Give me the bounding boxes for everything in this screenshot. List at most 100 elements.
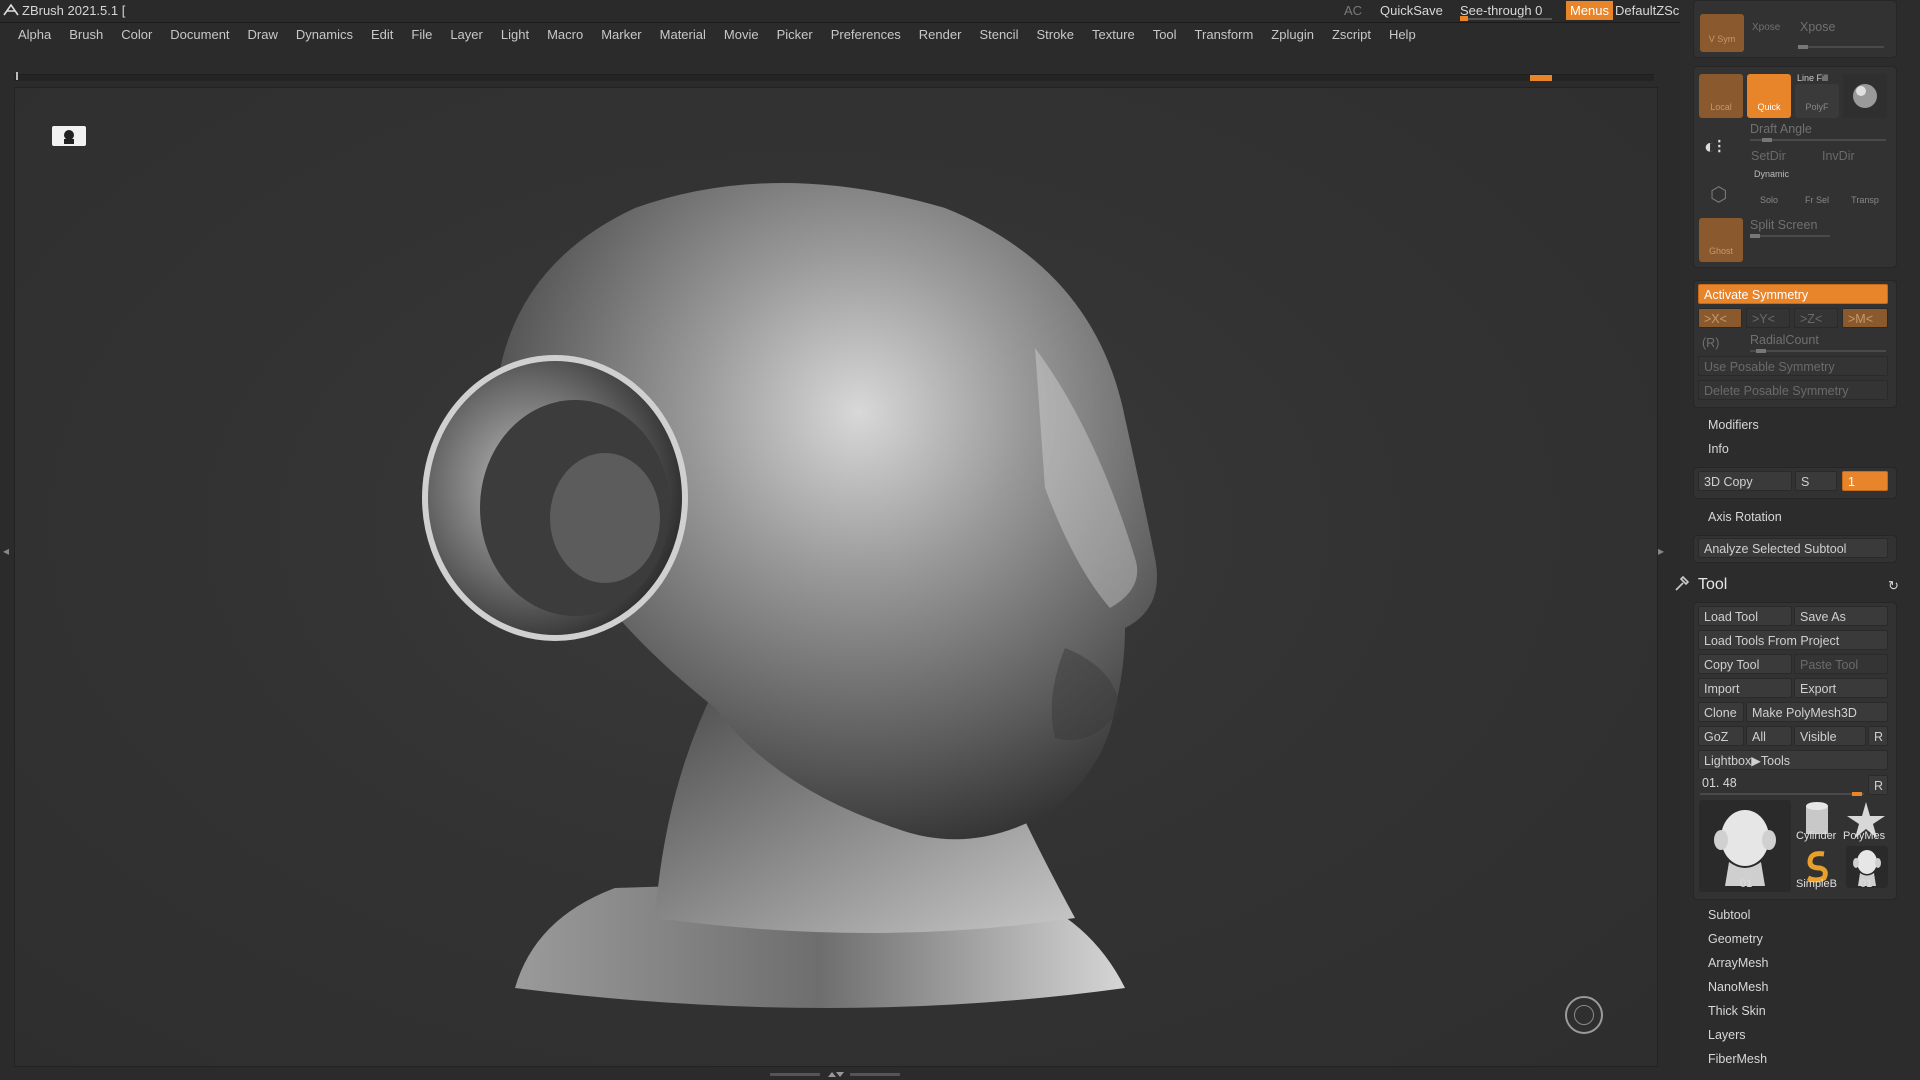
menu-dynamics[interactable]: Dynamics: [296, 23, 353, 42]
setdir-button[interactable]: SetDir: [1746, 146, 1814, 166]
perspective-icon[interactable]: [52, 126, 86, 146]
radial-count-knob[interactable]: [1756, 349, 1766, 353]
copy3d-button[interactable]: 3D Copy: [1698, 471, 1792, 491]
subpalette-nanomesh[interactable]: NanoMesh: [1708, 980, 1768, 994]
use-posable-symmetry-button[interactable]: Use Posable Symmetry: [1698, 356, 1888, 376]
contrast-toggle-icon[interactable]: ◐⁝: [1704, 134, 1722, 159]
right-tray-arrow-icon[interactable]: ▸: [1658, 544, 1664, 558]
delete-posable-symmetry-button[interactable]: Delete Posable Symmetry: [1698, 380, 1888, 400]
analyze-selected-subtool-button[interactable]: Analyze Selected Subtool: [1698, 538, 1888, 558]
menu-material[interactable]: Material: [660, 23, 706, 42]
symmetry-m-button[interactable]: >M<: [1842, 308, 1888, 328]
clone-button[interactable]: Clone: [1698, 702, 1744, 722]
menu-edit[interactable]: Edit: [371, 23, 393, 42]
xpose-slider-knob[interactable]: [1798, 45, 1808, 49]
menu-file[interactable]: File: [411, 23, 432, 42]
load-tools-from-project-button[interactable]: Load Tools From Project: [1698, 630, 1888, 650]
symmetry-y-button[interactable]: >Y<: [1746, 308, 1790, 328]
quick-button[interactable]: Quick: [1747, 74, 1791, 118]
menu-alpha[interactable]: Alpha: [18, 23, 51, 42]
ac-toggle[interactable]: AC: [1344, 3, 1362, 18]
copy3d-s-button[interactable]: S: [1795, 471, 1837, 491]
menu-texture[interactable]: Texture: [1092, 23, 1135, 42]
local-button[interactable]: Local: [1699, 74, 1743, 118]
copy3d-value-input[interactable]: 1: [1842, 471, 1888, 491]
xpose-button[interactable]: Xpose: [1800, 20, 1835, 34]
vsym-button[interactable]: V Sym: [1700, 14, 1744, 52]
subpalette-thick-skin[interactable]: Thick Skin: [1708, 1004, 1766, 1018]
tool-palette-title[interactable]: Tool: [1698, 576, 1727, 594]
solo-button[interactable]: Solo: [1747, 177, 1791, 207]
goz-button[interactable]: GoZ: [1698, 726, 1744, 746]
timeline-track[interactable]: [14, 74, 1654, 81]
modifiers-section[interactable]: Modifiers: [1708, 418, 1759, 432]
menu-help[interactable]: Help: [1389, 23, 1416, 42]
menu-tool[interactable]: Tool: [1153, 23, 1177, 42]
see-through-slider-knob[interactable]: [1460, 16, 1468, 21]
subpalette-arraymesh[interactable]: ArrayMesh: [1708, 956, 1768, 970]
tool-slider-r-button[interactable]: R: [1868, 775, 1888, 795]
menu-layer[interactable]: Layer: [450, 23, 483, 42]
menus-toggle[interactable]: Menus: [1566, 1, 1614, 20]
paste-tool-button[interactable]: Paste Tool: [1794, 654, 1888, 674]
draft-angle-knob[interactable]: [1762, 138, 1772, 142]
menu-stencil[interactable]: Stencil: [979, 23, 1018, 42]
frsel-button[interactable]: Fr Sel: [1795, 177, 1839, 207]
split-screen-knob[interactable]: [1750, 234, 1760, 238]
left-tray-arrow-icon[interactable]: ◂: [3, 544, 9, 558]
cube-icon[interactable]: ⬡: [1710, 182, 1727, 207]
bottom-tray-handle-icon[interactable]: [770, 1070, 900, 1078]
tool-slider[interactable]: [1700, 793, 1864, 795]
menu-picker[interactable]: Picker: [777, 23, 813, 42]
menu-render[interactable]: Render: [919, 23, 962, 42]
subpalette-fibermesh[interactable]: FiberMesh: [1708, 1052, 1767, 1066]
import-button[interactable]: Import: [1698, 678, 1792, 698]
subpalette-subtool[interactable]: Subtool: [1708, 908, 1750, 922]
menu-brush[interactable]: Brush: [69, 23, 103, 42]
menu-light[interactable]: Light: [501, 23, 529, 42]
split-screen-slider[interactable]: [1750, 235, 1830, 237]
menu-stroke[interactable]: Stroke: [1036, 23, 1074, 42]
timeline-position-marker[interactable]: [1530, 75, 1552, 81]
quicksave-button[interactable]: QuickSave: [1380, 3, 1443, 18]
invdir-button[interactable]: InvDir: [1817, 146, 1885, 166]
radial-count-slider[interactable]: [1750, 350, 1886, 352]
refresh-icon[interactable]: ↻: [1888, 578, 1899, 594]
navigation-gizmo-inner[interactable]: [1574, 1005, 1594, 1025]
menu-marker[interactable]: Marker: [601, 23, 641, 42]
lightbox-tools-button[interactable]: Lightbox▶Tools: [1698, 750, 1888, 770]
make-polymesh3d-button[interactable]: Make PolyMesh3D: [1746, 702, 1888, 722]
save-as-button[interactable]: Save As: [1794, 606, 1888, 626]
menu-color[interactable]: Color: [121, 23, 152, 42]
transp-button[interactable]: Transp: [1843, 177, 1887, 207]
menu-zscript[interactable]: Zscript: [1332, 23, 1371, 42]
goz-r-button[interactable]: R: [1868, 726, 1888, 746]
menu-document[interactable]: Document: [170, 23, 229, 42]
export-button[interactable]: Export: [1794, 678, 1888, 698]
activate-symmetry-button[interactable]: Activate Symmetry: [1698, 284, 1888, 304]
subpalette-layers[interactable]: Layers: [1708, 1028, 1746, 1042]
menu-draw[interactable]: Draw: [248, 23, 278, 42]
ghost-button[interactable]: Ghost: [1699, 218, 1743, 262]
material-sphere-icon[interactable]: [1843, 74, 1887, 118]
symmetry-x-button[interactable]: >X<: [1698, 308, 1742, 328]
menu-movie[interactable]: Movie: [724, 23, 759, 42]
menu-transform[interactable]: Transform: [1195, 23, 1254, 42]
load-tool-button[interactable]: Load Tool: [1698, 606, 1792, 626]
menu-macro[interactable]: Macro: [547, 23, 583, 42]
goz-all-button[interactable]: All: [1746, 726, 1792, 746]
see-through-slider[interactable]: [1460, 18, 1552, 20]
goz-visible-button[interactable]: Visible: [1794, 726, 1866, 746]
menu-preferences[interactable]: Preferences: [831, 23, 901, 42]
radial-r-toggle[interactable]: (R): [1702, 336, 1719, 350]
xpose-slider[interactable]: [1798, 46, 1884, 48]
canvas-viewport[interactable]: [14, 87, 1658, 1067]
subpalette-geometry[interactable]: Geometry: [1708, 932, 1763, 946]
axis-rotation-section[interactable]: Axis Rotation: [1708, 510, 1782, 524]
info-section[interactable]: Info: [1708, 442, 1729, 456]
tool-slider-knob[interactable]: [1852, 792, 1862, 796]
menu-zplugin[interactable]: Zplugin: [1271, 23, 1314, 42]
symmetry-z-button[interactable]: >Z<: [1794, 308, 1838, 328]
copy-tool-button[interactable]: Copy Tool: [1698, 654, 1792, 674]
polyf-button[interactable]: PolyF: [1795, 84, 1839, 118]
